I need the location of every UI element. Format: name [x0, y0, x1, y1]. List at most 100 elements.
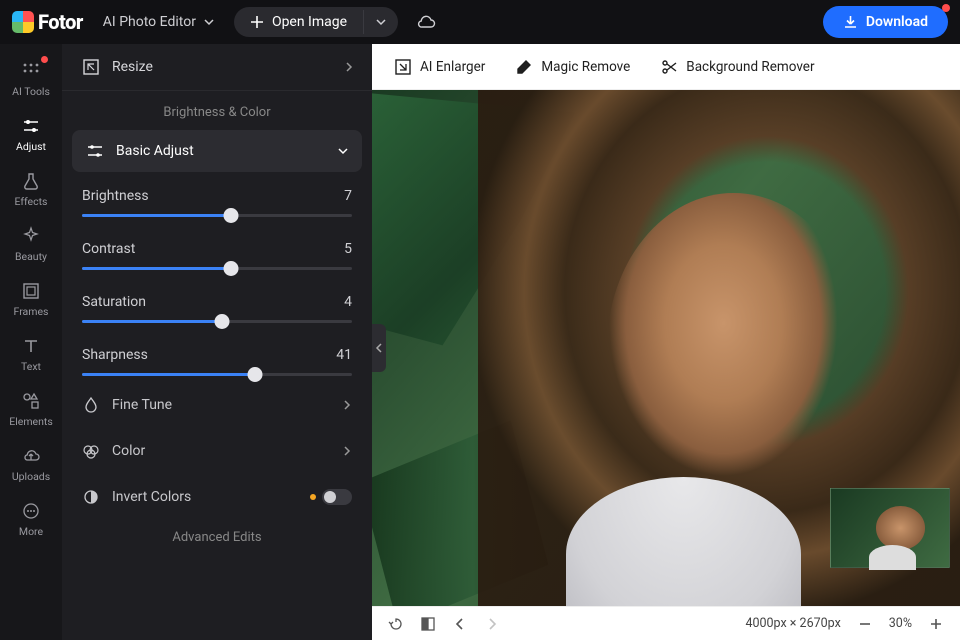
magic-remove-button[interactable]: Magic Remove — [515, 58, 630, 76]
rail-text[interactable]: Text — [0, 327, 62, 382]
sliders-icon — [21, 116, 41, 136]
slider-thumb[interactable] — [223, 261, 238, 276]
sliders-group: Brightness7 Contrast5 Saturation4 Sharpn… — [62, 172, 372, 382]
chevron-down-icon — [376, 17, 386, 27]
redo-button[interactable] — [482, 614, 502, 634]
slider-track[interactable] — [82, 320, 352, 323]
download-label: Download — [866, 14, 928, 30]
rail-effects[interactable]: Effects — [0, 162, 62, 217]
compare-button[interactable] — [418, 614, 438, 634]
ai-enlarger-button[interactable]: AI Enlarger — [394, 58, 485, 76]
section-header: Brightness & Color — [62, 91, 372, 130]
open-image-label: Open Image — [272, 14, 347, 30]
chevron-right-icon — [342, 400, 352, 410]
slider-thumb[interactable] — [247, 367, 262, 382]
slider-thumb[interactable] — [223, 208, 238, 223]
basic-adjust-accordion[interactable]: Basic Adjust — [72, 130, 362, 172]
plus-icon — [250, 15, 264, 29]
resize-label: Resize — [112, 59, 332, 75]
resize-icon — [82, 58, 100, 76]
sparkle-grid-icon — [21, 61, 41, 81]
open-image-button[interactable]: Open Image — [234, 7, 363, 37]
status-dot-icon — [310, 494, 316, 500]
rail-ai-tools[interactable]: AI Tools — [0, 52, 62, 107]
download-button[interactable]: Download — [823, 6, 948, 38]
rail-label: More — [19, 525, 43, 538]
open-image-group: Open Image — [234, 7, 398, 37]
rail-label: Elements — [9, 415, 53, 428]
undo-button[interactable] — [450, 614, 470, 634]
invert-colors-row[interactable]: Invert Colors — [62, 474, 372, 520]
rail-elements[interactable]: Elements — [0, 382, 62, 437]
chevron-right-icon — [342, 446, 352, 456]
plus-icon — [929, 617, 943, 631]
invert-toggle[interactable] — [322, 489, 352, 505]
chevron-down-icon — [338, 146, 348, 156]
rail-adjust[interactable]: Adjust — [0, 107, 62, 162]
bg-remove-label: Background Remover — [686, 59, 814, 75]
slider-value: 41 — [336, 347, 352, 363]
canvas-minimap[interactable] — [830, 488, 950, 568]
history-button[interactable] — [386, 614, 406, 634]
upload-cloud-icon — [21, 446, 41, 466]
fine-tune-label: Fine Tune — [112, 397, 330, 413]
fine-tune-row[interactable]: Fine Tune — [62, 382, 372, 428]
color-label: Color — [112, 443, 330, 459]
adjust-panel: Resize Brightness & Color Basic Adjust B… — [62, 44, 372, 640]
cloud-sync-button[interactable] — [408, 9, 444, 35]
slider-label: Saturation — [82, 294, 146, 310]
shapes-icon — [21, 391, 41, 411]
invert-indicator — [310, 489, 352, 505]
chevron-left-icon — [375, 343, 383, 353]
rail-label: Adjust — [16, 140, 46, 153]
slider-label: Sharpness — [82, 347, 148, 363]
slider-saturation: Saturation4 — [82, 294, 352, 323]
invert-icon — [82, 488, 100, 506]
sparkle-icon — [21, 226, 41, 246]
flask-icon — [21, 171, 41, 191]
editor-mode-dropdown[interactable]: AI Photo Editor — [93, 8, 224, 36]
history-icon — [388, 616, 404, 632]
rail-label: Text — [21, 360, 41, 373]
brand-logo[interactable]: Fotor — [12, 10, 83, 34]
basic-adjust-label: Basic Adjust — [116, 143, 326, 159]
canvas-status-bar: 4000px × 2670px 30% — [372, 606, 960, 640]
slider-brightness: Brightness7 — [82, 188, 352, 217]
slider-contrast: Contrast5 — [82, 241, 352, 270]
rail-more[interactable]: More — [0, 492, 62, 547]
canvas-area: AI Enlarger Magic Remove Background Remo… — [372, 44, 960, 640]
color-row[interactable]: Color — [62, 428, 372, 474]
enlarge-icon — [394, 58, 412, 76]
color-wheel-icon — [82, 442, 100, 460]
zoom-out-button[interactable] — [855, 614, 875, 634]
panel-collapse-handle[interactable] — [372, 324, 386, 372]
slider-track[interactable] — [82, 373, 352, 376]
canvas-stage[interactable] — [372, 90, 960, 606]
logo-mark-icon — [12, 11, 34, 33]
zoom-level: 30% — [889, 616, 912, 631]
rail-frames[interactable]: Frames — [0, 272, 62, 327]
rail-label: Uploads — [12, 470, 50, 483]
rail-uploads[interactable]: Uploads — [0, 437, 62, 492]
open-image-split-button[interactable] — [363, 10, 398, 34]
minus-icon — [858, 617, 872, 631]
rail-beauty[interactable]: Beauty — [0, 217, 62, 272]
droplet-icon — [82, 396, 100, 414]
slider-track[interactable] — [82, 267, 352, 270]
notification-badge — [942, 4, 950, 12]
ellipsis-icon — [21, 501, 41, 521]
resize-row[interactable]: Resize — [62, 44, 372, 91]
invert-label: Invert Colors — [112, 489, 298, 505]
scissors-icon — [660, 58, 678, 76]
slider-track[interactable] — [82, 214, 352, 217]
zoom-in-button[interactable] — [926, 614, 946, 634]
ai-enlarger-label: AI Enlarger — [420, 59, 485, 75]
rail-label: Beauty — [15, 250, 47, 263]
bg-remove-button[interactable]: Background Remover — [660, 58, 814, 76]
chevron-down-icon — [204, 17, 214, 27]
slider-label: Brightness — [82, 188, 149, 204]
rail-label: Frames — [14, 305, 49, 318]
arrow-right-icon — [484, 616, 500, 632]
slider-thumb[interactable] — [215, 314, 230, 329]
download-icon — [843, 15, 858, 30]
